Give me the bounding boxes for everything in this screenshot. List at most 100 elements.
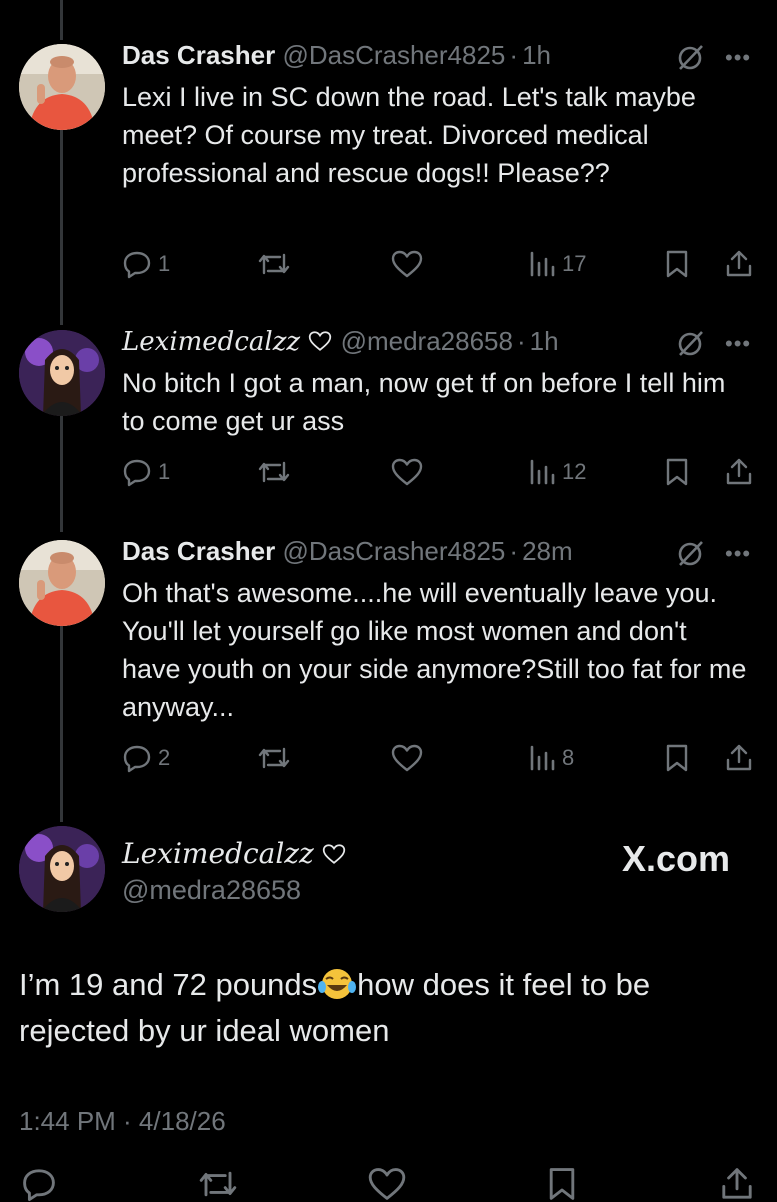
- post-time[interactable]: 1h: [522, 40, 551, 70]
- display-name[interactable]: Leximedcalzz: [122, 837, 314, 870]
- views-button[interactable]: 8: [528, 740, 574, 776]
- bookmark-button[interactable]: [664, 454, 690, 490]
- views-button[interactable]: 12: [528, 454, 586, 490]
- user-handle[interactable]: @medra28658: [122, 872, 347, 908]
- author-block: Leximedcalzz @medra28658: [122, 836, 347, 908]
- avatar-cartoon: [19, 330, 105, 416]
- action-bar: 1 12: [0, 454, 777, 490]
- repost-button[interactable]: [256, 740, 292, 776]
- repost-icon: [199, 1171, 237, 1197]
- analytics-icon: [530, 745, 555, 771]
- avatar[interactable]: [19, 540, 105, 626]
- analytics-icon: [530, 459, 555, 485]
- separator: ·: [509, 40, 519, 70]
- display-name[interactable]: Leximedcalzz: [122, 327, 300, 357]
- heart-icon: [391, 250, 423, 278]
- bookmark-icon: [666, 250, 688, 278]
- separator: ·: [509, 536, 519, 566]
- repost-button[interactable]: [256, 454, 292, 490]
- heart-icon: [391, 458, 423, 486]
- reply-icon: [123, 251, 151, 279]
- repost-icon: [258, 253, 290, 275]
- avatar-photo: [19, 540, 105, 626]
- bookmark-icon: [549, 1168, 575, 1200]
- share-icon: [726, 744, 752, 771]
- grok-icon[interactable]: [676, 328, 706, 358]
- bookmark-button[interactable]: [664, 246, 690, 282]
- share-button[interactable]: [718, 1166, 756, 1202]
- avatar-photo: [19, 44, 105, 130]
- share-button[interactable]: [724, 454, 754, 490]
- action-bar: 1 17: [0, 246, 777, 282]
- view-count: 8: [562, 745, 575, 770]
- reply-icon: [23, 1169, 55, 1202]
- like-button[interactable]: [390, 246, 424, 282]
- grok-icon[interactable]: [676, 42, 706, 72]
- reply-count: 1: [158, 459, 171, 484]
- reply-button[interactable]: [20, 1166, 58, 1202]
- views-button[interactable]: 17: [528, 246, 586, 282]
- more-options-icon[interactable]: •••: [725, 47, 751, 69]
- like-button[interactable]: [390, 454, 424, 490]
- reply-text: Oh that's awesome....he will eventually …: [122, 578, 747, 722]
- avatar-cartoon: [19, 826, 105, 912]
- reply-icon: [123, 459, 151, 487]
- analytics-icon: [530, 251, 555, 277]
- repost-icon: [258, 461, 290, 483]
- share-icon: [726, 250, 752, 277]
- reply-button[interactable]: 1: [122, 454, 170, 490]
- bookmark-button[interactable]: [664, 740, 690, 776]
- reply-header: Leximedcalzz @medra28658 · 1h: [122, 326, 559, 357]
- reply-tweet[interactable]: Das Crasher @DasCrasher4825 · 28m ••• Oh t…: [0, 536, 777, 796]
- avatar[interactable]: [19, 826, 105, 912]
- heart-icon: [391, 744, 423, 772]
- share-icon: [726, 458, 752, 485]
- reply-button[interactable]: 2: [122, 740, 170, 776]
- view-count: 17: [562, 251, 587, 276]
- repost-icon: [258, 747, 290, 769]
- post-time[interactable]: 28m: [522, 536, 573, 566]
- reply-tweet[interactable]: Das Crasher @DasCrasher4825 · 1h ••• Lexi …: [0, 40, 777, 300]
- laughing-crying-emoji-icon: [318, 969, 357, 999]
- action-bar: [0, 1166, 777, 1202]
- heart-icon: [309, 331, 332, 351]
- user-handle[interactable]: @DasCrasher4825: [282, 40, 505, 70]
- avatar[interactable]: [19, 44, 105, 130]
- reply-text: No bitch I got a man, now get tf on befo…: [122, 368, 726, 436]
- bookmark-icon: [666, 744, 688, 772]
- share-button[interactable]: [724, 246, 754, 282]
- display-name[interactable]: Das Crasher: [122, 536, 275, 566]
- post-text: I’m 19 and 72 pounds how does it feel to …: [19, 962, 759, 1054]
- reply-count: 1: [158, 251, 171, 276]
- main-post[interactable]: Leximedcalzz @medra28658 X.com I’m 19 an…: [0, 822, 777, 1202]
- display-name[interactable]: Das Crasher: [122, 40, 275, 70]
- more-options-icon[interactable]: •••: [725, 333, 751, 355]
- view-count: 12: [562, 459, 587, 484]
- reply-text: Lexi I live in SC down the road. Let's t…: [122, 82, 696, 188]
- reply-count: 2: [158, 745, 171, 770]
- thread-line: [60, 0, 63, 40]
- like-button[interactable]: [366, 1166, 408, 1202]
- more-options-icon[interactable]: •••: [725, 543, 751, 565]
- heart-icon: [323, 844, 346, 864]
- user-handle[interactable]: @DasCrasher4825: [282, 536, 505, 566]
- reply-button[interactable]: 1: [122, 246, 170, 282]
- like-button[interactable]: [390, 740, 424, 776]
- reply-header: Das Crasher @DasCrasher4825 · 1h: [122, 40, 551, 70]
- bookmark-button[interactable]: [545, 1166, 579, 1202]
- post-timestamp[interactable]: 1:44 PM · 4/18/26: [19, 1106, 226, 1137]
- post-text-part-1: I’m 19 and 72 pounds: [19, 967, 318, 1002]
- bookmark-icon: [666, 458, 688, 486]
- grok-icon[interactable]: [676, 538, 706, 568]
- share-button[interactable]: [724, 740, 754, 776]
- repost-button[interactable]: [256, 246, 292, 282]
- share-icon: [722, 1168, 752, 1199]
- user-handle[interactable]: @medra28658: [341, 326, 513, 356]
- reply-icon: [123, 745, 151, 773]
- reply-tweet[interactable]: Leximedcalzz @medra28658 · 1h ••• No bitch…: [0, 326, 777, 526]
- heart-icon: [368, 1168, 406, 1200]
- repost-button[interactable]: [196, 1166, 240, 1202]
- separator: ·: [516, 326, 526, 356]
- avatar[interactable]: [19, 330, 105, 416]
- post-time[interactable]: 1h: [530, 326, 559, 356]
